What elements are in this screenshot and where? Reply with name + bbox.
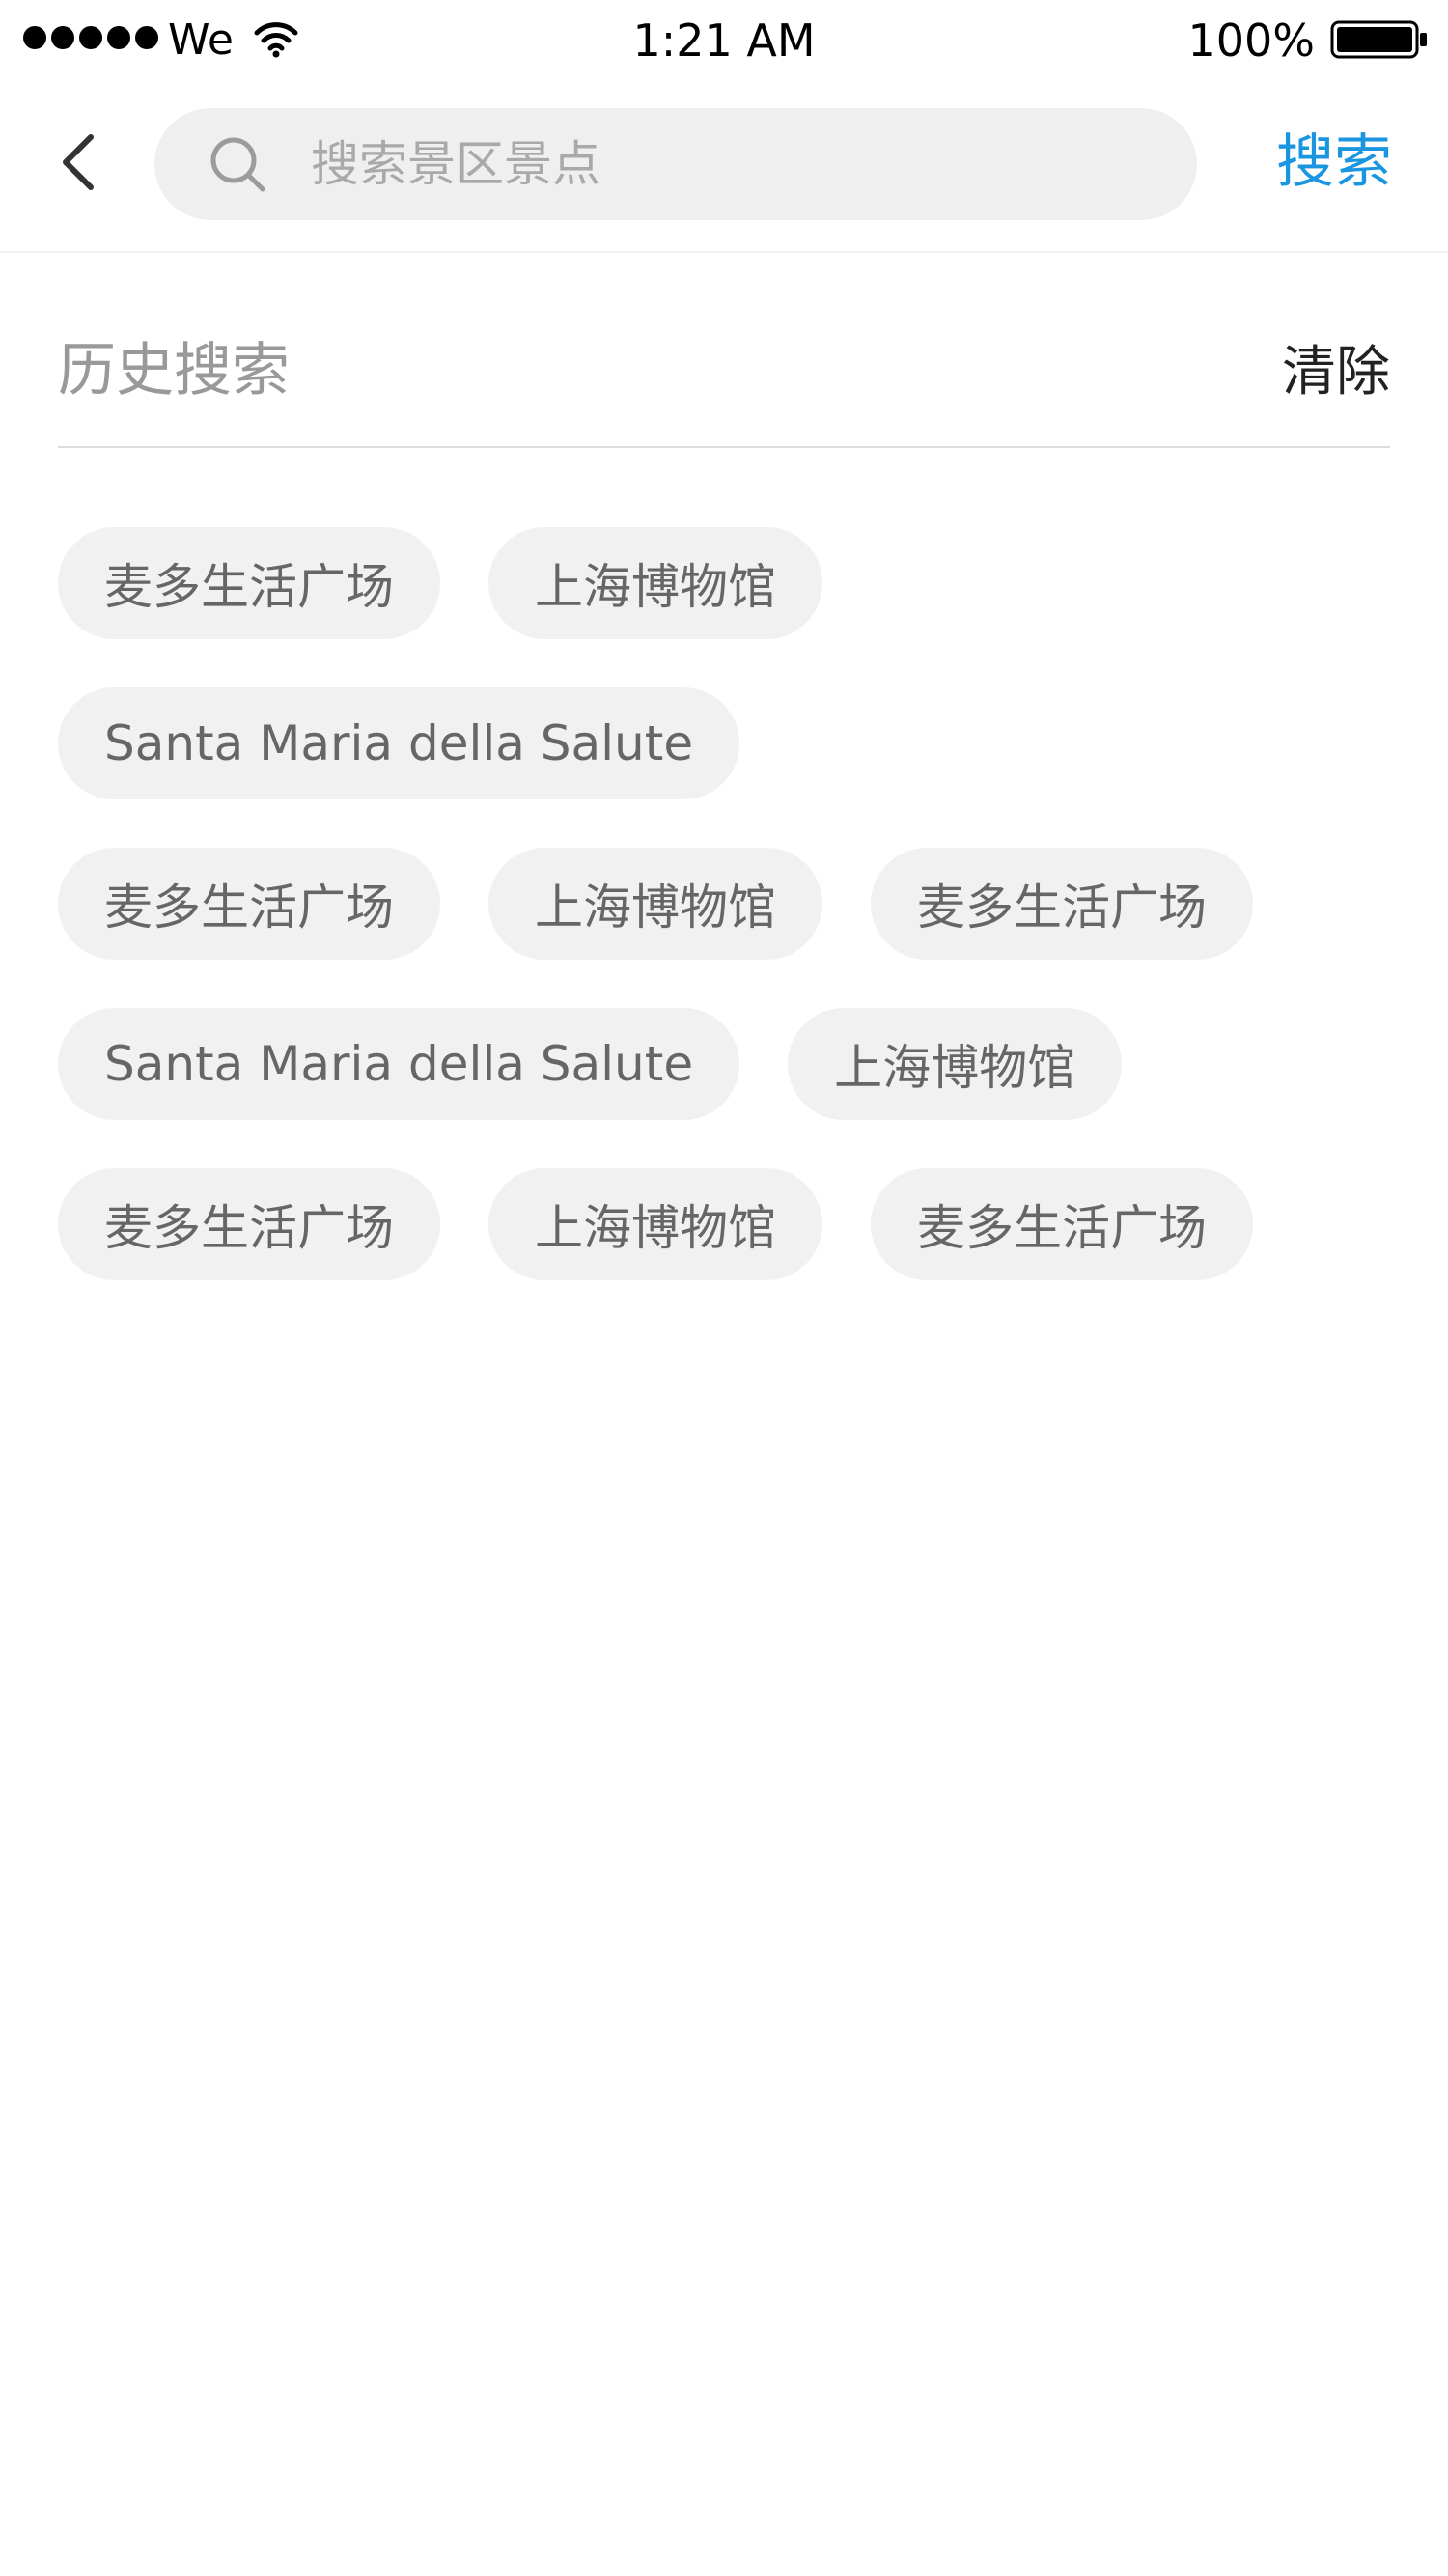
tag-row: 麦多生活广场 上海博物馆 麦多生活广场 bbox=[58, 1168, 1390, 1280]
history-tag[interactable]: 麦多生活广场 bbox=[58, 1168, 440, 1280]
search-icon bbox=[210, 137, 265, 192]
history-tag[interactable]: 上海博物馆 bbox=[488, 1168, 822, 1280]
search-button[interactable]: 搜索 bbox=[1276, 124, 1392, 201]
history-header: 历史搜索 清除 bbox=[58, 299, 1390, 448]
history-tag[interactable]: Santa Maria della Salute bbox=[58, 1008, 740, 1120]
status-bar: We 1:21 AM 100% bbox=[0, 0, 1448, 79]
tag-row: Santa Maria della Salute 上海博物馆 bbox=[58, 1008, 1390, 1120]
history-tag[interactable]: 麦多生活广场 bbox=[58, 848, 440, 960]
history-tag[interactable]: 麦多生活广场 bbox=[871, 848, 1253, 960]
history-tag[interactable]: 上海博物馆 bbox=[488, 527, 822, 639]
history-tag[interactable]: 麦多生活广场 bbox=[58, 527, 440, 639]
tag-row: Santa Maria della Salute bbox=[58, 687, 1390, 799]
history-title: 历史搜索 bbox=[58, 337, 290, 405]
history-tag[interactable]: 麦多生活广场 bbox=[871, 1168, 1253, 1280]
tag-row: 麦多生活广场 上海博物馆 bbox=[58, 527, 1390, 639]
clear-history-button[interactable]: 清除 bbox=[1282, 334, 1390, 411]
back-button[interactable] bbox=[39, 124, 116, 201]
battery-percentage: 100% bbox=[1187, 14, 1315, 67]
history-tag[interactable]: 上海博物馆 bbox=[788, 1008, 1123, 1120]
tag-row: 麦多生活广场 上海博物馆 麦多生活广场 bbox=[58, 848, 1390, 960]
history-tag[interactable]: 上海博物馆 bbox=[488, 848, 822, 960]
history-tags: 麦多生活广场 上海博物馆 Santa Maria della Salute 麦多… bbox=[58, 527, 1390, 1329]
chevron-left-icon bbox=[63, 134, 94, 190]
battery-icon bbox=[1330, 20, 1427, 59]
history-tag[interactable]: Santa Maria della Salute bbox=[58, 687, 740, 799]
search-box[interactable] bbox=[154, 108, 1197, 220]
search-input[interactable] bbox=[309, 135, 1162, 193]
search-header: 搜索 bbox=[0, 79, 1448, 253]
